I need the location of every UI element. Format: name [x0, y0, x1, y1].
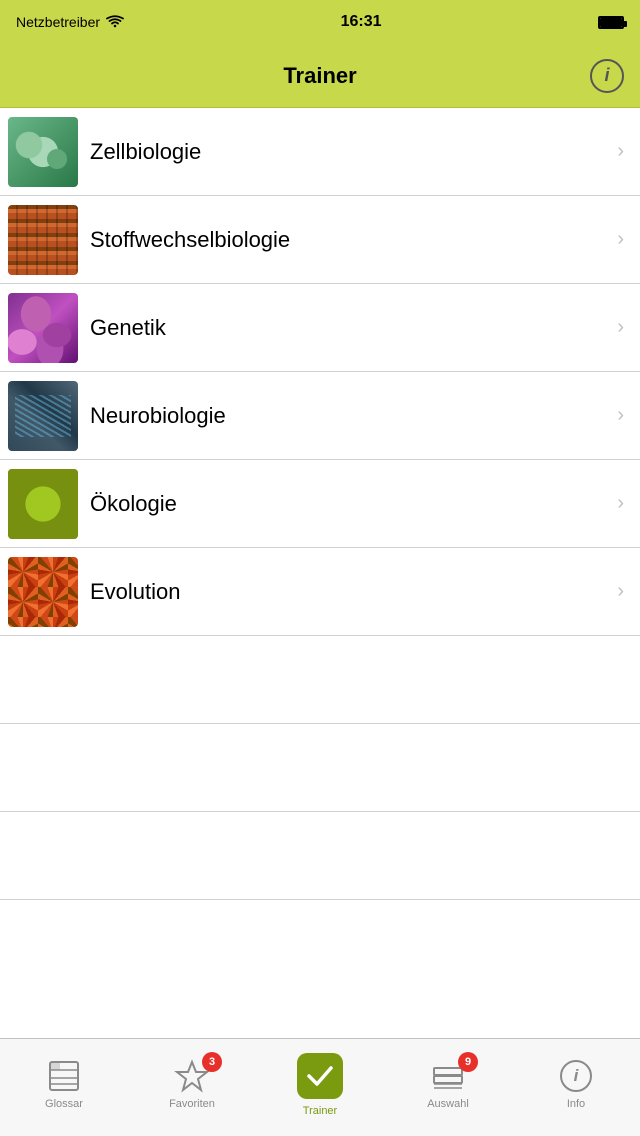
chevron-icon-zellbiologie: › — [617, 140, 624, 163]
label-evolution: Evolution — [90, 579, 609, 605]
chevron-icon-genetik: › — [617, 316, 624, 339]
auswahl-icon-wrap: 9 — [426, 1058, 470, 1094]
carrier-label: Netzbetreiber — [16, 14, 100, 30]
battery-icon — [598, 16, 624, 29]
auswahl-badge: 9 — [458, 1052, 478, 1072]
tab-info-label: Info — [567, 1098, 585, 1110]
tab-favoriten[interactable]: 3 Favoriten — [128, 1058, 256, 1110]
label-neurobiologie: Neurobiologie — [90, 403, 609, 429]
tab-trainer-label: Trainer — [303, 1105, 337, 1117]
empty-row-3 — [0, 812, 640, 900]
glossar-icon — [46, 1060, 82, 1092]
label-zellbiologie: Zellbiologie — [90, 139, 609, 165]
info-icon-wrap: i — [554, 1058, 598, 1094]
time-display: 16:31 — [341, 13, 382, 31]
tab-glossar-label: Glossar — [45, 1098, 83, 1110]
favoriten-badge: 3 — [202, 1052, 222, 1072]
list-item-zellbiologie[interactable]: Zellbiologie › — [0, 108, 640, 196]
list-item-evolution[interactable]: Evolution › — [0, 548, 640, 636]
thumb-evolution — [8, 557, 78, 627]
main-content: Zellbiologie › Stoffwechselbiologie › Ge… — [0, 108, 640, 1038]
list-item-oekologie[interactable]: Ökologie › — [0, 460, 640, 548]
status-bar-left: Netzbetreiber — [16, 14, 124, 31]
status-bar-right — [598, 16, 624, 29]
label-oekologie: Ökologie — [90, 491, 609, 517]
chevron-icon-neurobiologie: › — [617, 404, 624, 427]
wifi-icon — [106, 14, 124, 31]
trainer-icon-wrap — [295, 1051, 345, 1101]
tab-favoriten-label: Favoriten — [169, 1098, 215, 1110]
tab-bar: Glossar 3 Favoriten Trainer — [0, 1038, 640, 1136]
chevron-icon-oekologie: › — [617, 492, 624, 515]
list-item-stoffwechselbiologie[interactable]: Stoffwechselbiologie › — [0, 196, 640, 284]
tab-info[interactable]: i Info — [512, 1058, 640, 1110]
nav-info-button[interactable]: i — [590, 59, 624, 93]
tab-auswahl[interactable]: 9 Auswahl — [384, 1058, 512, 1110]
chevron-icon-evolution: › — [617, 580, 624, 603]
topic-list: Zellbiologie › Stoffwechselbiologie › Ge… — [0, 108, 640, 900]
nav-title: Trainer — [283, 63, 356, 89]
thumb-stoffwechselbiologie — [8, 205, 78, 275]
label-genetik: Genetik — [90, 315, 609, 341]
label-stoffwechselbiologie: Stoffwechselbiologie — [90, 227, 609, 253]
tab-glossar[interactable]: Glossar — [0, 1058, 128, 1110]
thumb-oekologie — [8, 469, 78, 539]
tab-trainer[interactable]: Trainer — [256, 1051, 384, 1117]
favoriten-icon-wrap: 3 — [170, 1058, 214, 1094]
list-item-genetik[interactable]: Genetik › — [0, 284, 640, 372]
empty-row-2 — [0, 724, 640, 812]
empty-row-1 — [0, 636, 640, 724]
thumb-genetik — [8, 293, 78, 363]
status-bar: Netzbetreiber 16:31 — [0, 0, 640, 44]
check-icon — [306, 1065, 334, 1087]
thumb-neurobiologie — [8, 381, 78, 451]
trainer-icon-bg — [297, 1053, 343, 1099]
info-icon: i — [560, 1060, 592, 1092]
chevron-icon-stoffwechselbiologie: › — [617, 228, 624, 251]
list-item-neurobiologie[interactable]: Neurobiologie › — [0, 372, 640, 460]
nav-bar: Trainer i — [0, 44, 640, 108]
glossar-icon-wrap — [42, 1058, 86, 1094]
tab-auswahl-label: Auswahl — [427, 1098, 469, 1110]
thumb-zellbiologie — [8, 117, 78, 187]
